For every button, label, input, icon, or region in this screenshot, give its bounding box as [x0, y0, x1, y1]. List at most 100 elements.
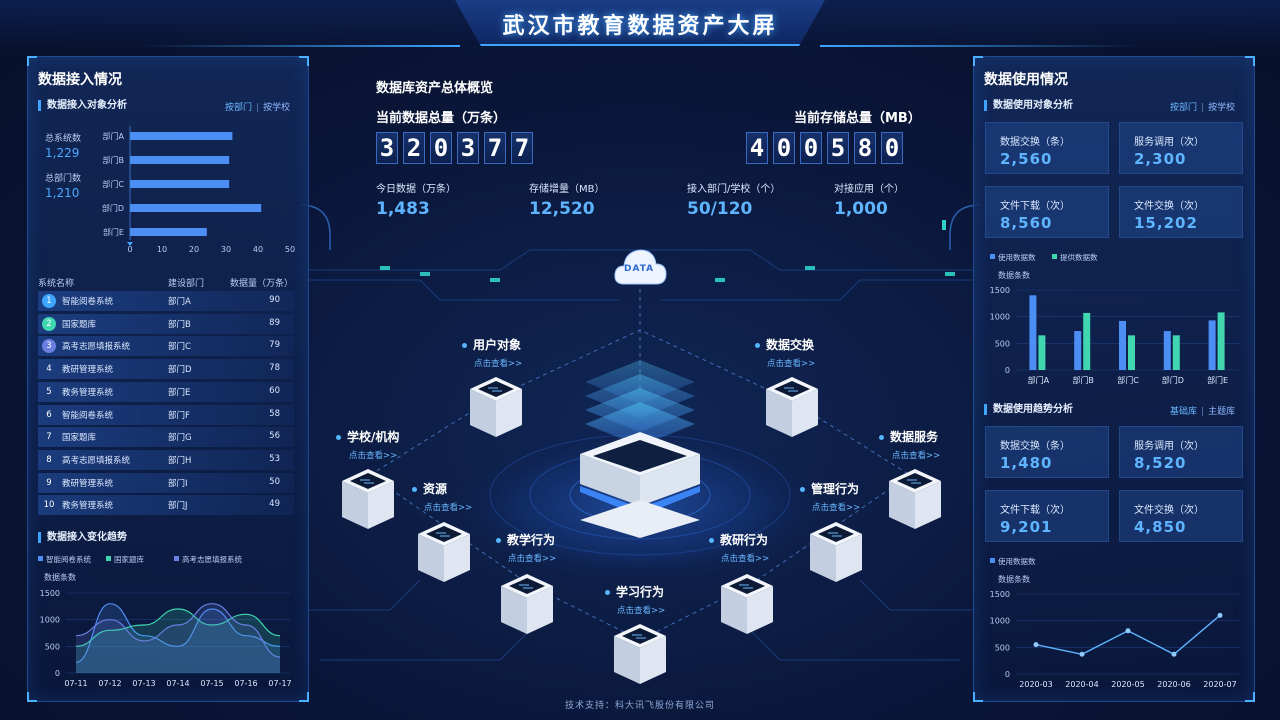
- stat-connected-label: 接入部门/学校（个）: [687, 184, 781, 195]
- usage-box-exchange-label: 数据交换（条）: [1000, 137, 1070, 148]
- data-point: [1125, 628, 1131, 634]
- bar: [1217, 312, 1225, 370]
- digit: 3: [376, 132, 398, 164]
- row-system-name: 高考志愿填报系统: [62, 455, 131, 466]
- trend-box-download-value: 9,201: [1000, 518, 1053, 536]
- row-dept: 部门E: [168, 387, 191, 398]
- node-data-service-link[interactable]: 点击查看>>: [892, 449, 940, 461]
- table-row[interactable]: 10 教务管理系统 部门J 49: [38, 495, 294, 516]
- row-index: 2: [42, 316, 56, 331]
- row-dept: 部门C: [168, 342, 191, 353]
- access-object-analysis-title: 数据接入对象分析: [38, 100, 127, 111]
- server-node-icon[interactable]: [887, 467, 943, 533]
- bar: [1163, 331, 1171, 370]
- digit: 4: [746, 132, 768, 164]
- bar: [130, 156, 230, 164]
- stat-apps-value: 1,000: [834, 199, 888, 219]
- bar: [1119, 320, 1126, 370]
- x-tick-label: 部门A: [1028, 375, 1050, 385]
- server-node-icon[interactable]: [764, 375, 820, 441]
- server-node-icon[interactable]: [719, 572, 775, 638]
- trend-box-file-exchange-value: 4,850: [1134, 518, 1187, 536]
- table-row[interactable]: 1 智能阅卷系统 部门A 90: [38, 291, 294, 311]
- bar: [1172, 335, 1180, 370]
- table-header-name: 系统名称: [38, 279, 75, 289]
- digit: 7: [484, 132, 506, 164]
- legend-swatch: [38, 556, 43, 561]
- table-row[interactable]: 5 教务管理系统 部门E 60: [38, 381, 294, 402]
- server-node-icon[interactable]: [468, 375, 524, 441]
- x-tick-label: 部门B: [1072, 375, 1094, 385]
- tab-usage-by-school[interactable]: 按学校: [1208, 103, 1235, 113]
- node-research: 教研行为: [709, 531, 768, 548]
- tab-theme-library[interactable]: 主题库: [1208, 407, 1235, 417]
- legend-label: 高考志愿填报系统: [182, 554, 242, 564]
- table-row[interactable]: 9 教研管理系统 部门I 50: [38, 472, 294, 493]
- x-tick-label: 2020-03: [1019, 680, 1052, 689]
- server-node-icon[interactable]: [499, 572, 555, 638]
- x-tick-label: 2020-07: [1203, 680, 1236, 689]
- node-learning-link[interactable]: 点击查看>>: [617, 604, 665, 616]
- node-data-exchange-link[interactable]: 点击查看>>: [767, 357, 815, 369]
- table-row[interactable]: 6 智能阅卷系统 部门F 58: [38, 404, 294, 425]
- table-row[interactable]: 2 国家题库 部门B 89: [38, 313, 294, 334]
- bar: [1128, 335, 1135, 370]
- usage-trend-title: 数据使用趋势分析: [984, 404, 1073, 415]
- node-teaching-label: 教学行为: [507, 533, 556, 547]
- y-tick-label: 1000: [990, 617, 1010, 626]
- row-value: 53: [269, 453, 280, 464]
- trend-box-exchange-value: 1,480: [1000, 454, 1053, 472]
- legend-swatch: [1052, 254, 1057, 259]
- legend-label: 提供数据数: [1060, 252, 1098, 262]
- row-dept: 部门F: [168, 410, 190, 421]
- usage-trend-tabs: 基础库 | 主题库: [1170, 407, 1236, 417]
- server-node-icon[interactable]: [612, 622, 668, 688]
- usage-box-service: 服务调用（次） 2,300: [1119, 122, 1243, 174]
- tab-usage-by-dept[interactable]: 按部门: [1170, 103, 1197, 113]
- node-learning: 学习行为: [605, 583, 664, 600]
- table-row[interactable]: 3 高考志愿填报系统 部门C 79: [38, 336, 294, 357]
- data-point: [1217, 612, 1223, 618]
- total-depts-value: 1,210: [45, 186, 80, 200]
- table-row[interactable]: 4 教研管理系统 部门D 78: [38, 359, 294, 380]
- tab-by-school[interactable]: 按学校: [263, 103, 290, 113]
- usage-dept-bar-chart: 使用数据数 提供数据数数据条数 0 500 1000 1500 部门A 部门B 部门C 部门D 部门…: [990, 252, 1240, 385]
- row-system-name: 国家题库: [62, 319, 97, 330]
- footer-credit: 技术支持：科大讯飞股份有限公司: [564, 701, 715, 711]
- category-label: 部门B: [103, 155, 125, 165]
- y-axis-title: 数据条数: [44, 572, 76, 582]
- tab-by-dept[interactable]: 按部门: [225, 103, 252, 113]
- node-school-org-link[interactable]: 点击查看>>: [349, 449, 397, 461]
- row-system-name: 教务管理系统: [62, 387, 114, 398]
- tab-base-library[interactable]: 基础库: [1170, 407, 1197, 417]
- server-node-icon[interactable]: [340, 467, 396, 533]
- legend-swatch: [990, 254, 995, 259]
- node-resource-link[interactable]: 点击查看>>: [424, 501, 472, 513]
- access-object-tabs: 按部门 | 按学校: [225, 103, 291, 113]
- server-node-icon[interactable]: [416, 520, 472, 586]
- stat-today-value: 1,483: [376, 199, 430, 219]
- legend-swatch: [174, 556, 179, 561]
- node-teaching: 教学行为: [496, 531, 555, 548]
- table-row[interactable]: 7 国家题库 部门G 56: [38, 427, 294, 448]
- y-tick-label: 0: [1005, 366, 1010, 375]
- node-teaching-link[interactable]: 点击查看>>: [508, 552, 556, 564]
- trend-box-service-label: 服务调用（次）: [1134, 441, 1204, 452]
- node-research-link[interactable]: 点击查看>>: [721, 552, 769, 564]
- usage-box-file-exchange: 文件交换（次） 15,202: [1119, 186, 1243, 238]
- trend-box-service: 服务调用（次） 8,520: [1119, 426, 1243, 478]
- row-system-name: 教研管理系统: [62, 478, 114, 489]
- table-row[interactable]: 8 高考志愿填报系统 部门H 53: [38, 449, 294, 470]
- legend-label: 使用数据数: [998, 556, 1036, 566]
- node-management-link[interactable]: 点击查看>>: [812, 501, 860, 513]
- digit: 0: [881, 132, 903, 164]
- server-node-icon[interactable]: [808, 520, 864, 586]
- bar: [130, 228, 207, 236]
- y-tick-label: 500: [45, 642, 60, 651]
- stat-storage-inc-label: 存储增量（MB）: [529, 184, 605, 195]
- legend-swatch: [990, 558, 995, 563]
- node-data-exchange: 数据交换: [755, 336, 814, 353]
- row-value: 90: [269, 295, 280, 305]
- node-user-object-link[interactable]: 点击查看>>: [474, 357, 522, 369]
- left-panel-title: 数据接入情况: [38, 72, 122, 88]
